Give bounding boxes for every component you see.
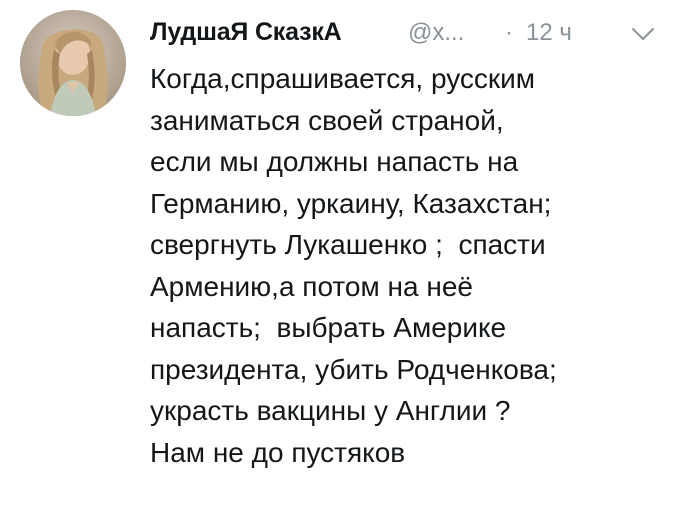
tweet-text-line: Германию, уркаину, Казахстан; — [150, 187, 552, 219]
tweet-text-line: украсть вакцины у Англии ? — [150, 395, 511, 426]
tweet-text: Когда,спрашивается, русским заниматься с… — [150, 58, 670, 473]
tweet-text-line: если мы должны напасть на — [150, 146, 519, 177]
tweet-text-line: президента, убить Родченкова; — [150, 353, 557, 385]
tweet-menu-button[interactable] — [630, 24, 656, 44]
tweet-text-line: Нам не до пустяков — [150, 436, 406, 468]
tweet-text-line: свергнуть Лукашенко ; спасти — [150, 229, 546, 260]
display-name[interactable]: ЛудшаЯ СказкА — [150, 18, 342, 47]
tweet-text-line: Армению,а потом на неё — [150, 270, 473, 302]
tweet: ЛудшаЯ СказкА @х... · 12 ч Когда,спрашив… — [0, 0, 686, 514]
user-handle[interactable]: @х... — [408, 19, 464, 47]
avatar[interactable] — [20, 10, 126, 116]
tweet-header: ЛудшаЯ СказкА @х... · 12 ч — [150, 12, 670, 56]
chevron-down-icon — [632, 28, 654, 40]
tweet-text-line: напасть; выбрать Америке — [150, 312, 507, 343]
user-photo-avatar-icon — [20, 10, 126, 116]
separator-dot: · — [505, 19, 513, 46]
tweet-text-line: заниматься своей страной, — [150, 104, 504, 136]
tweet-text-line: Когда,спрашивается, русским — [150, 63, 536, 94]
timestamp[interactable]: 12 ч — [526, 19, 572, 47]
